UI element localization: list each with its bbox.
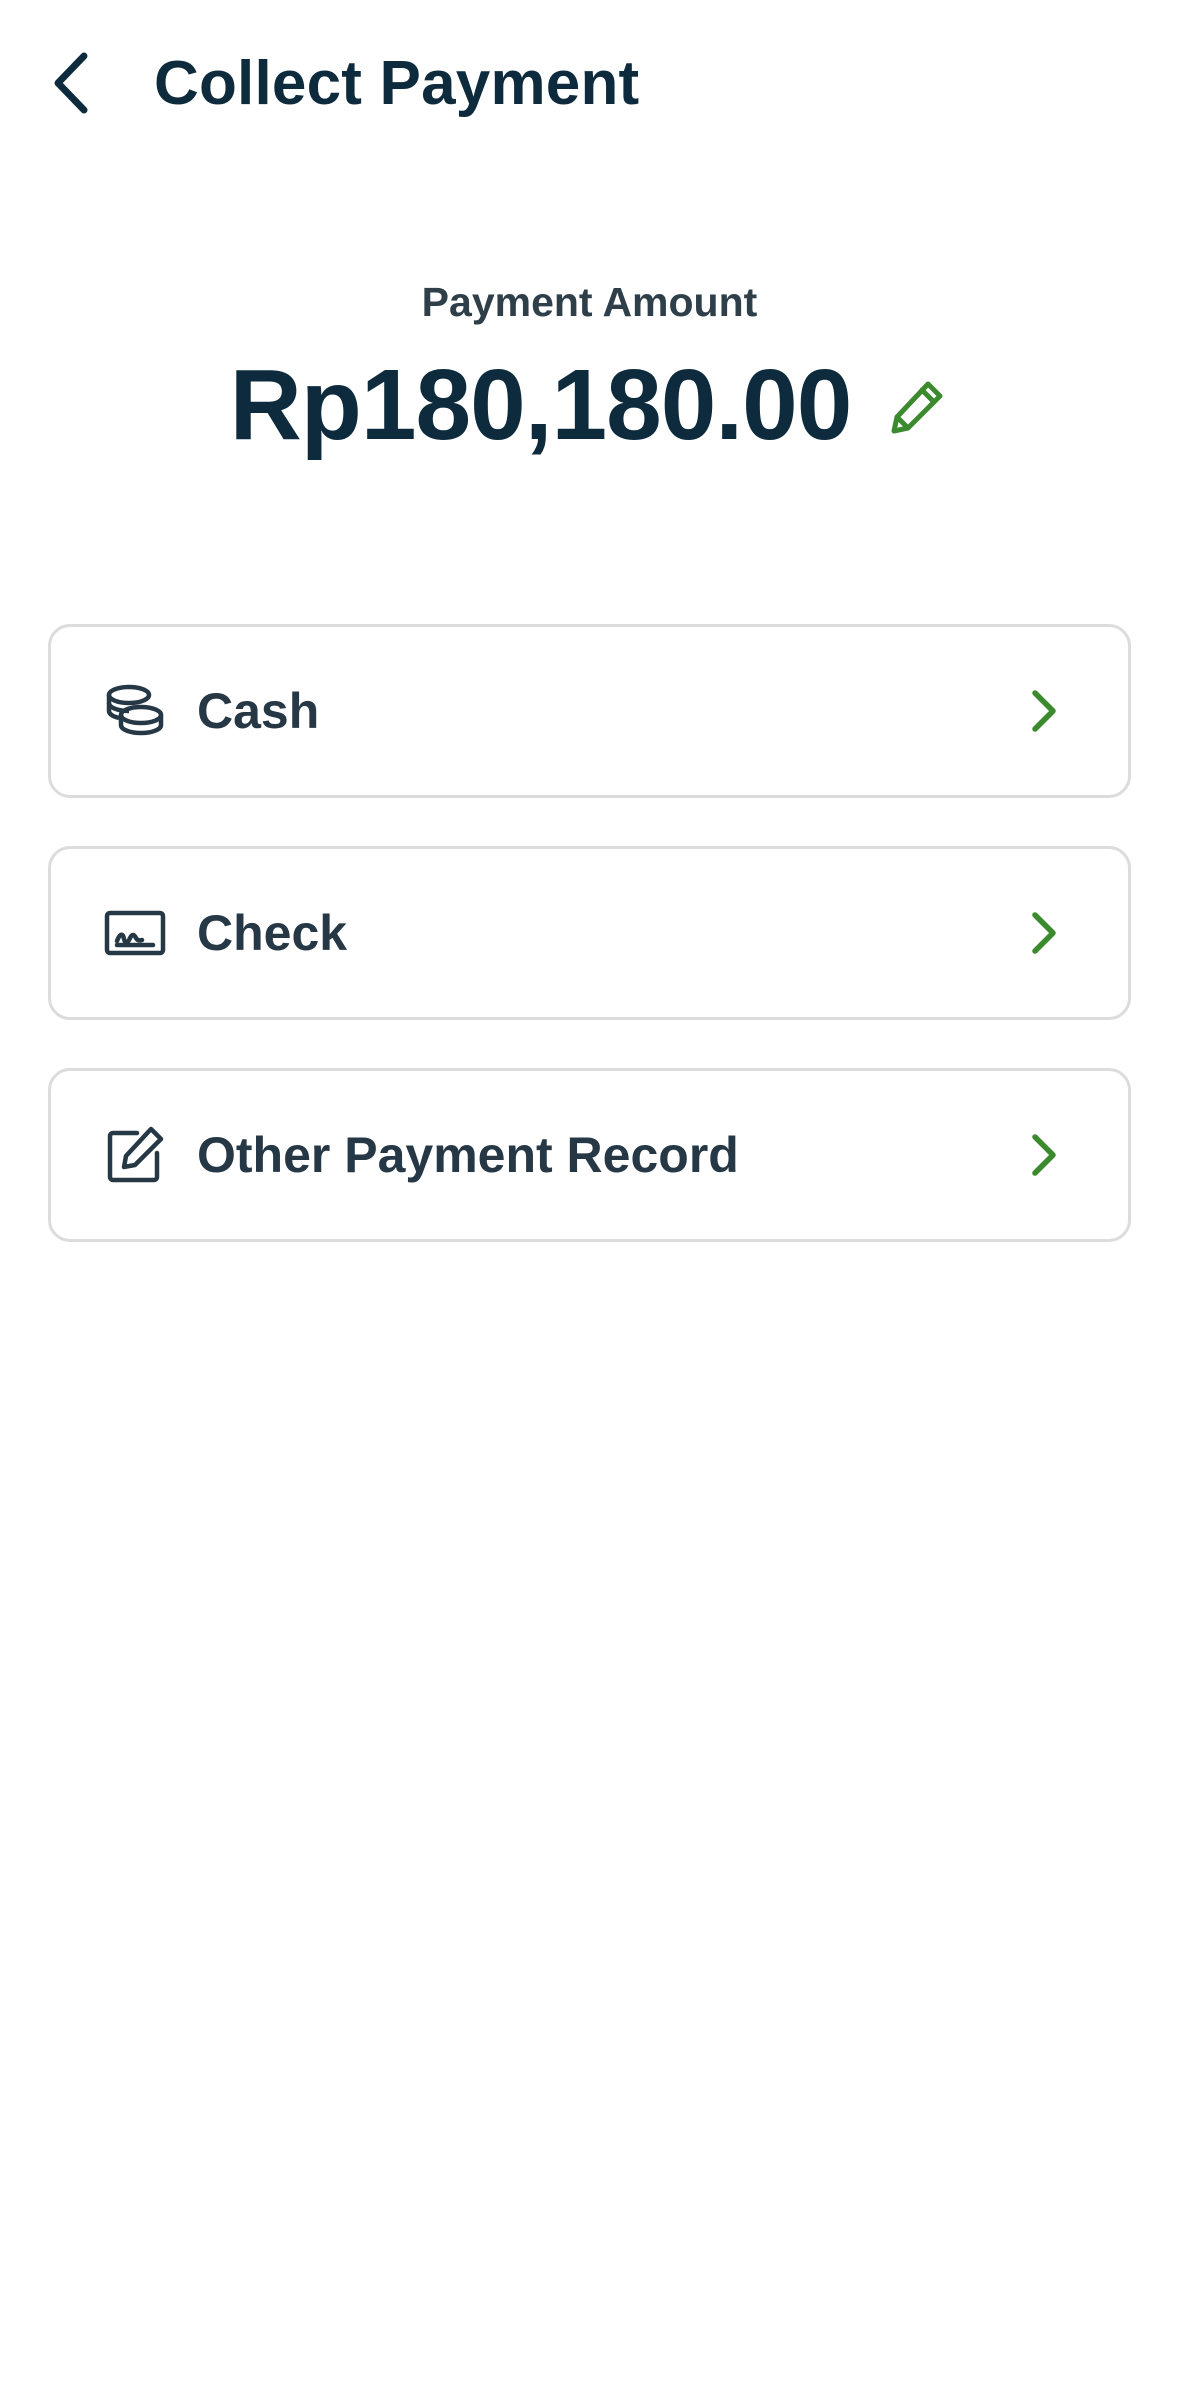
payment-amount-value: Rp180,180.00 xyxy=(229,349,853,461)
payment-option-other[interactable]: Other Payment Record xyxy=(48,1068,1131,1242)
chevron-left-icon xyxy=(48,48,94,123)
payment-amount-label: Payment Amount xyxy=(421,279,758,325)
header: Collect Payment xyxy=(0,0,1179,170)
payment-option-label: Other Payment Record xyxy=(197,1127,739,1183)
collect-payment-screen: Collect Payment Payment Amount Rp180,180… xyxy=(0,0,1179,2396)
pencil-icon xyxy=(888,378,946,441)
chevron-right-icon xyxy=(1026,686,1062,736)
payment-option-label: Check xyxy=(197,905,348,961)
back-button[interactable] xyxy=(36,40,106,130)
page-title: Collect Payment xyxy=(154,49,640,118)
coins-icon xyxy=(103,679,167,743)
payment-amount-row: Rp180,180.00 xyxy=(0,340,1179,470)
payment-option-cash[interactable]: Cash xyxy=(48,624,1131,798)
payment-option-label: Cash xyxy=(197,683,320,739)
chevron-right-icon xyxy=(1026,1130,1062,1180)
payment-method-list: Cash Check Other Payment Record xyxy=(48,624,1131,1290)
edit-amount-button[interactable] xyxy=(885,377,949,441)
payment-option-check[interactable]: Check xyxy=(48,846,1131,1020)
chevron-right-icon xyxy=(1026,908,1062,958)
edit-square-icon xyxy=(103,1123,167,1187)
check-document-icon xyxy=(103,901,167,965)
